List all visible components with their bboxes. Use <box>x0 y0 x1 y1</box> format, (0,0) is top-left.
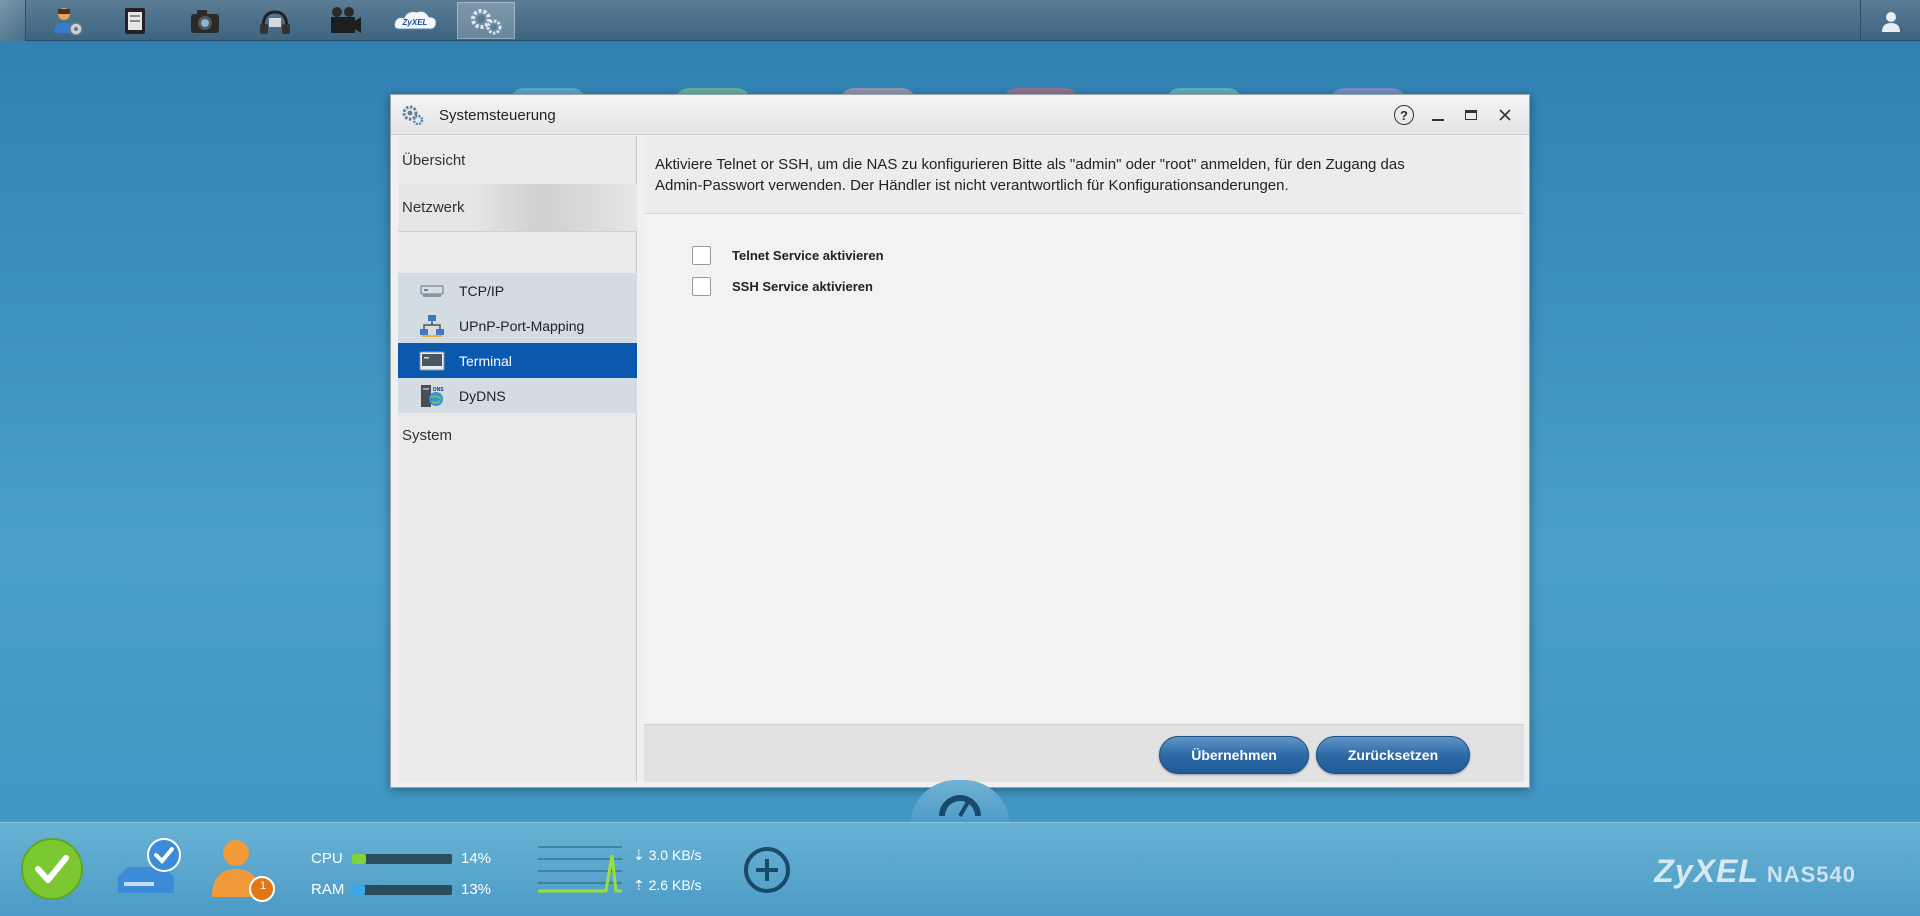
action-footer: Übernehmen Zurücksetzen <box>644 724 1524 782</box>
user-icon <box>1881 11 1900 32</box>
upload-speed: ⇡ 2.6 KB/s <box>633 877 702 893</box>
zyxel-cloud-icon[interactable]: ZyXEL <box>386 2 444 39</box>
info-text-line-2: Admin-Passwort verwenden. Der Händler is… <box>655 177 1289 194</box>
ssh-checkbox-label[interactable]: SSH Service aktivieren <box>732 279 873 294</box>
status-bar: 1 CPU 14% RAM 13% ⇣ 3.0 KB/s ⇡ 2.6 KB/s … <box>0 822 1920 916</box>
network-card-icon <box>420 285 444 297</box>
brand-name: ZyXEL <box>1654 853 1759 889</box>
sidebar: Übersicht Netzwerk TCP/IP UPnP-Port-Mapp… <box>398 136 637 782</box>
sidebar-item-network[interactable]: Netzwerk <box>398 184 637 232</box>
plus-circle-icon <box>744 847 790 893</box>
cpu-meter <box>352 854 452 864</box>
telnet-option: Telnet Service aktivieren <box>692 244 884 266</box>
sidebar-item-tcpip[interactable]: TCP/IP <box>398 273 637 308</box>
cpu-percent: 14% <box>461 850 492 867</box>
sidebar-item-terminal[interactable]: Terminal <box>398 343 637 378</box>
maximize-button[interactable] <box>1461 105 1481 125</box>
help-icon: ? <box>1394 105 1414 125</box>
window-title: Systemsteuerung <box>439 107 556 124</box>
sidebar-item-label: UPnP-Port-Mapping <box>459 317 585 334</box>
cpu-label: CPU <box>311 850 343 867</box>
telnet-checkbox[interactable] <box>692 245 711 265</box>
upload-arrow-icon: ⇡ <box>633 877 649 893</box>
add-widget-button[interactable] <box>742 845 792 900</box>
video-icon[interactable] <box>316 2 374 39</box>
window-titlebar[interactable]: Systemsteuerung ? <box>391 95 1529 135</box>
terminal-settings-panel: Aktiviere Telnet or SSH, um die NAS zu k… <box>644 136 1524 782</box>
file-browser-icon[interactable] <box>106 2 164 39</box>
minimize-button[interactable] <box>1428 105 1448 125</box>
control-panel-window: Systemsteuerung ? Übersicht Netzwerk TCP… <box>390 94 1530 788</box>
network-subnav: TCP/IP UPnP-Port-Mapping Terminal DNS Dy… <box>398 273 637 413</box>
sidebar-item-dydns[interactable]: DNS DyDNS <box>398 378 637 413</box>
sidebar-item-label: Terminal <box>459 352 512 369</box>
speedometer-icon <box>939 795 981 817</box>
sidebar-item-overview[interactable]: Übersicht <box>398 136 637 184</box>
ram-label: RAM <box>311 881 345 898</box>
sidebar-item-upnp[interactable]: UPnP-Port-Mapping <box>398 308 637 343</box>
control-panel-window-icon <box>402 105 424 126</box>
download-arrow-icon: ⇣ <box>633 847 649 863</box>
model-name: NAS540 <box>1766 862 1856 887</box>
music-icon[interactable] <box>246 2 304 39</box>
maximize-icon <box>1465 110 1477 120</box>
reset-button[interactable]: Zurücksetzen <box>1316 736 1470 774</box>
cpu-meter-fill <box>352 854 366 864</box>
help-button[interactable]: ? <box>1394 105 1414 125</box>
svg-text:DNS: DNS <box>433 387 444 393</box>
control-panel-icon[interactable] <box>457 2 515 39</box>
ssh-option: SSH Service aktivieren <box>692 275 873 297</box>
ram-meter <box>352 885 452 895</box>
user-settings-icon[interactable] <box>38 2 96 39</box>
telnet-checkbox-label[interactable]: Telnet Service aktivieren <box>732 248 884 263</box>
info-message: Aktiviere Telnet or SSH, um die NAS zu k… <box>644 136 1524 214</box>
sidebar-item-system[interactable]: System <box>398 418 637 452</box>
ram-percent: 13% <box>461 881 492 898</box>
account-button[interactable] <box>1860 0 1920 41</box>
network-traffic-graph <box>536 845 626 900</box>
terminal-icon <box>419 351 445 371</box>
minimize-icon <box>1432 119 1444 121</box>
ram-meter-fill <box>352 885 365 895</box>
sidebar-item-label: DyDNS <box>459 387 506 404</box>
ssh-checkbox[interactable] <box>692 276 711 296</box>
close-button[interactable] <box>1495 105 1515 125</box>
info-text-line-1: Aktiviere Telnet or SSH, um die NAS zu k… <box>655 156 1405 173</box>
user-alert-icon[interactable]: 1 <box>208 833 280 910</box>
photo-icon[interactable] <box>176 2 234 39</box>
notification-count: 1 <box>259 880 267 892</box>
close-icon <box>1499 109 1511 121</box>
dns-icon: DNS <box>421 385 444 407</box>
brand-logo: ZyXEL NAS540 <box>1654 853 1856 890</box>
upnp-icon <box>420 315 444 337</box>
apply-button[interactable]: Übernehmen <box>1159 736 1309 774</box>
desktop-corner-button[interactable] <box>0 0 26 41</box>
download-speed: ⇣ 3.0 KB/s <box>633 847 702 863</box>
storage-status-icon[interactable] <box>114 837 184 906</box>
sidebar-item-label: TCP/IP <box>459 282 505 299</box>
top-taskbar: ZyXEL <box>0 0 1920 41</box>
system-health-icon[interactable] <box>20 837 84 906</box>
zyxel-cloud-label: ZyXEL <box>402 18 428 27</box>
